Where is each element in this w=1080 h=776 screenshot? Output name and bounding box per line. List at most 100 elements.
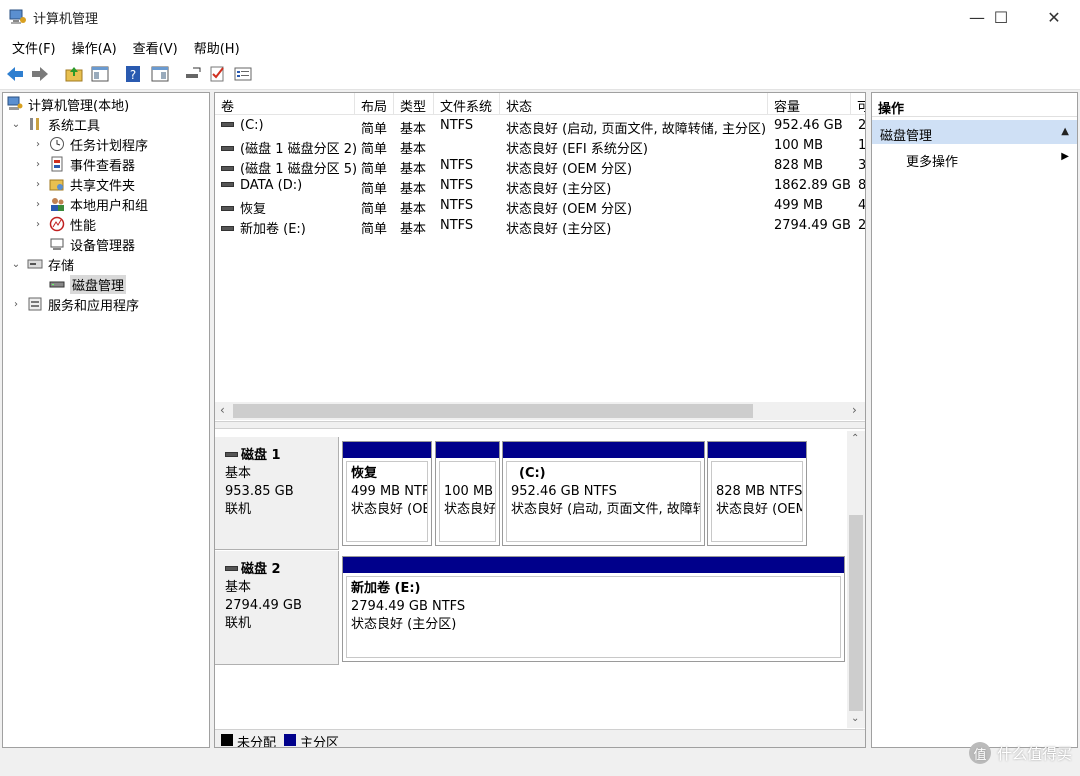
column-header-volume[interactable]: 卷 — [215, 93, 355, 115]
window-title: 计算机管理 — [33, 12, 99, 27]
primary-swatch — [284, 734, 296, 746]
collapsed-chevron-icon[interactable]: › — [11, 299, 21, 310]
column-header-filesystem[interactable]: 文件系统 — [434, 93, 500, 115]
connect-icon[interactable] — [183, 64, 203, 84]
tree-item-task-scheduler[interactable]: › 任务计划程序 — [33, 134, 148, 154]
scroll-left-icon[interactable]: ‹ — [220, 403, 225, 417]
back-arrow-icon[interactable] — [5, 64, 25, 84]
column-header-capacity[interactable]: 容量 — [768, 93, 851, 115]
table-row[interactable]: DATA (D:) 简单 基本 NTFS 状态良好 (主分区) 1862.89 … — [215, 176, 865, 197]
settings-list-icon[interactable] — [233, 64, 253, 84]
tree-item-shared-folders[interactable]: › 共享文件夹 — [33, 174, 135, 194]
volume-icon — [221, 182, 234, 187]
menu-help[interactable]: 帮助(H) — [188, 34, 246, 58]
performance-icon — [49, 216, 65, 232]
toolbar: ? — [0, 58, 1080, 90]
partition-c[interactable]: (C:) 952.46 GB NTFS 状态良好 (启动, 页面文件, 故障转 — [502, 441, 705, 546]
volume-icon — [221, 166, 234, 171]
unallocated-swatch — [221, 734, 233, 746]
partition-efi[interactable]: 100 MB 状态良好 — [435, 441, 500, 546]
services-icon — [28, 297, 42, 311]
tree-item-system-tools[interactable]: ⌄ 系统工具 — [11, 114, 100, 134]
properties-icon[interactable] — [150, 64, 170, 84]
table-row[interactable]: (C:) 简单 基本 NTFS 状态良好 (启动, 页面文件, 故障转储, 主分… — [215, 116, 865, 137]
menu-file[interactable]: 文件(F) — [6, 34, 62, 58]
column-header-status[interactable]: 状态 — [500, 93, 768, 115]
expanded-chevron-icon[interactable]: ⌄ — [11, 259, 21, 270]
pane-splitter[interactable] — [215, 421, 865, 429]
actions-header: 操作 — [872, 93, 1077, 117]
column-header-layout[interactable]: 布局 — [355, 93, 394, 115]
tree-item-disk-management[interactable]: 磁盘管理 — [49, 274, 127, 294]
tree-item-storage[interactable]: ⌄ 存储 — [11, 254, 74, 274]
shared-folder-icon — [49, 179, 64, 191]
vertical-scrollbar[interactable]: ⌃ ⌄ — [847, 431, 865, 728]
event-viewer-icon — [51, 156, 63, 172]
horizontal-scrollbar[interactable]: ‹ › — [215, 402, 865, 420]
up-folder-icon[interactable] — [64, 64, 84, 84]
volume-icon — [221, 226, 234, 231]
clock-icon — [50, 137, 64, 151]
collapsed-chevron-icon[interactable]: › — [33, 159, 43, 170]
tools-icon — [30, 118, 39, 130]
table-row[interactable]: 恢复 简单 基本 NTFS 状态良好 (OEM 分区) 499 MB 4 — [215, 196, 865, 217]
computer-management-icon — [7, 96, 23, 110]
collapsed-chevron-icon[interactable]: › — [33, 219, 43, 230]
tree-item-device-manager[interactable]: 设备管理器 — [49, 234, 135, 254]
users-icon — [51, 198, 64, 211]
disk-icon — [49, 281, 65, 288]
table-row[interactable]: (磁盘 1 磁盘分区 5) 简单 基本 NTFS 状态良好 (OEM 分区) 8… — [215, 156, 865, 177]
maximize-button[interactable]: ☐ — [976, 0, 1026, 34]
tree-item-event-viewer[interactable]: › 事件查看器 — [33, 154, 135, 174]
collapse-caret-icon[interactable]: ▲ — [1061, 126, 1069, 137]
collapsed-chevron-icon[interactable]: › — [33, 139, 43, 150]
table-row[interactable]: 新加卷 (E:) 简单 基本 NTFS 状态良好 (主分区) 2794.49 G… — [215, 216, 865, 237]
close-button[interactable]: ✕ — [1029, 0, 1079, 34]
tree-item-root[interactable]: 计算机管理(本地) — [7, 94, 129, 114]
menu-view[interactable]: 查看(V) — [127, 34, 184, 58]
actions-section-disk-management[interactable]: 磁盘管理 ▲ — [872, 120, 1077, 144]
submenu-arrow-icon[interactable]: ▶ — [1061, 151, 1069, 162]
scroll-up-icon[interactable]: ⌃ — [851, 433, 859, 444]
watermark: 值 什么值得买 — [968, 742, 1072, 764]
tree-item-performance[interactable]: › 性能 — [33, 214, 96, 234]
computer-management-icon — [9, 9, 26, 24]
column-header-type[interactable]: 类型 — [394, 93, 434, 115]
scroll-right-icon[interactable]: › — [852, 403, 857, 417]
disk-1-label[interactable]: 磁盘 1 基本 953.85 GB 联机 — [215, 437, 339, 550]
disk-management-view: 卷 布局 类型 文件系统 状态 容量 可 (C:) 简单 基本 NTFS 状态良… — [214, 92, 866, 748]
show-hide-tree-icon[interactable] — [90, 64, 110, 84]
device-manager-icon — [50, 238, 64, 250]
forward-arrow-icon[interactable] — [30, 64, 50, 84]
partition-oem[interactable]: 828 MB NTFS 状态良好 (OEM — [707, 441, 807, 546]
menu-action[interactable]: 操作(A) — [66, 34, 123, 58]
title-bar: 计算机管理 — ☐ ✕ — [0, 0, 1080, 34]
volume-icon — [221, 206, 234, 211]
column-header-free[interactable]: 可 — [851, 93, 865, 115]
check-icon[interactable] — [208, 64, 228, 84]
disk-icon — [225, 452, 238, 457]
expanded-chevron-icon[interactable]: ⌄ — [11, 119, 21, 130]
partition-recovery[interactable]: 恢复 499 MB NTF 状态良好 (OE — [342, 441, 432, 546]
help-icon[interactable]: ? — [123, 64, 143, 84]
volume-table-header: 卷 布局 类型 文件系统 状态 容量 可 — [215, 93, 865, 115]
volume-icon — [221, 122, 234, 127]
table-row[interactable]: (磁盘 1 磁盘分区 2) 简单 基本 状态良好 (EFI 系统分区) 100 … — [215, 136, 865, 157]
horizontal-scroll-thumb[interactable] — [233, 404, 753, 418]
collapsed-chevron-icon[interactable]: › — [33, 179, 43, 190]
navigation-tree: 计算机管理(本地) ⌄ 系统工具 › 任务计划程序 › 事件查看器 › 共享文件… — [2, 92, 210, 748]
watermark-badge: 值 — [968, 742, 991, 764]
status-bar — [0, 750, 1080, 776]
more-actions-link[interactable]: 更多操作 — [906, 151, 958, 170]
actions-pane: 操作 磁盘管理 ▲ 更多操作 ▶ — [871, 92, 1078, 748]
menu-bar: 文件(F) 操作(A) 查看(V) 帮助(H) — [0, 34, 1080, 58]
collapsed-chevron-icon[interactable]: › — [33, 199, 43, 210]
disk-2-label[interactable]: 磁盘 2 基本 2794.49 GB 联机 — [215, 551, 339, 665]
vertical-scroll-thumb[interactable] — [849, 515, 863, 711]
tree-item-local-users[interactable]: › 本地用户和组 — [33, 194, 148, 214]
volume-icon — [221, 146, 234, 151]
partition-e[interactable]: 新加卷 (E:) 2794.49 GB NTFS 状态良好 (主分区) — [342, 556, 845, 662]
tree-item-services-apps[interactable]: › 服务和应用程序 — [11, 294, 139, 314]
scroll-down-icon[interactable]: ⌄ — [851, 713, 859, 724]
legend: 未分配 主分区 — [215, 729, 865, 747]
